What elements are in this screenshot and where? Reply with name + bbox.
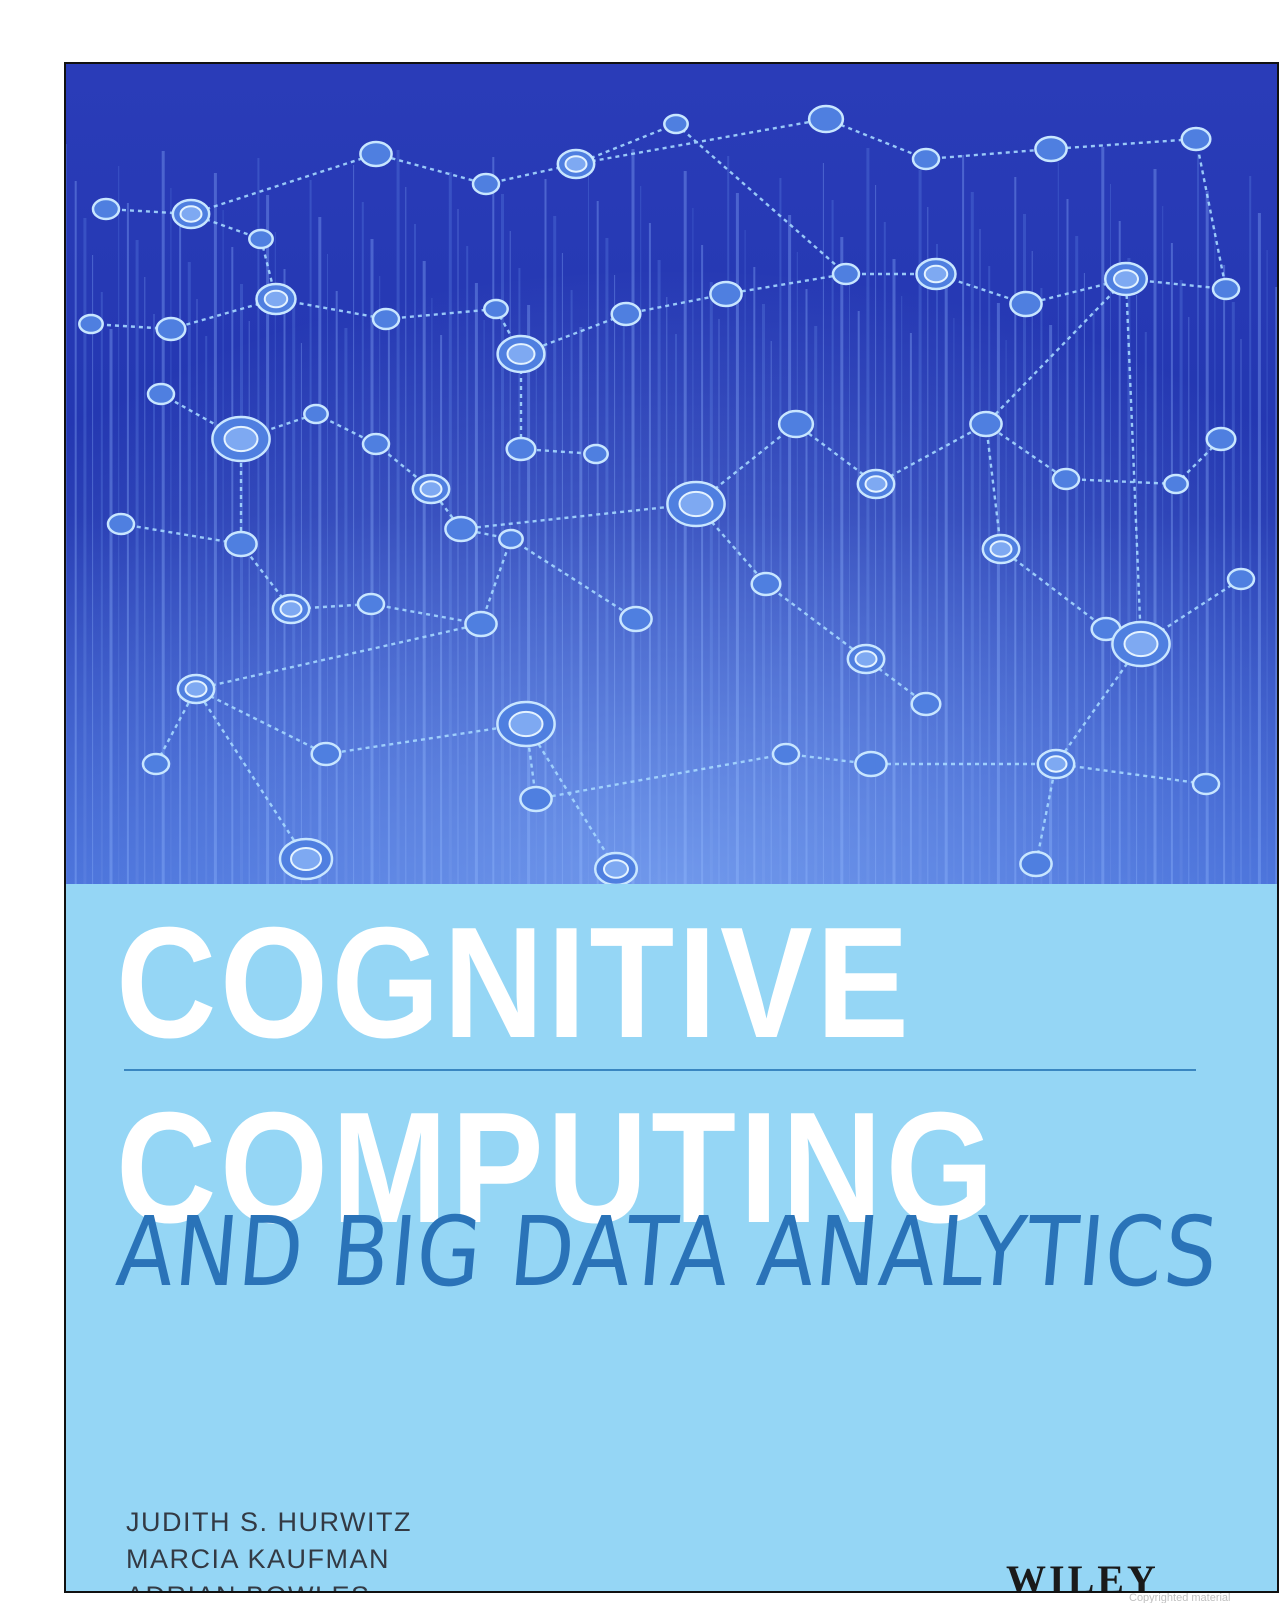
network-node [211,415,271,463]
network-node [1009,290,1043,318]
network-node [663,113,689,135]
network-node [271,593,311,625]
book-cover: COGNITIVE COMPUTING AND BIG DATA ANALYTI… [64,62,1279,1593]
copyright-notice: Copyrighted material [1129,1592,1231,1603]
network-node [856,468,896,500]
network-node [1226,567,1256,591]
network-node [771,742,801,766]
network-node [483,298,509,320]
network-node [371,307,401,331]
network-node [496,700,556,748]
network-node [106,512,136,536]
network-node [1180,126,1212,152]
network-node [176,673,216,705]
network-node [854,750,888,778]
network-node [1051,467,1081,491]
network-node [911,147,941,171]
network-node [519,785,553,813]
network-node [471,172,501,196]
network-node [498,528,524,550]
network-node [464,610,498,638]
network-node [915,257,957,291]
network-node [750,571,782,597]
network-node [1034,135,1068,163]
network-node [1205,426,1237,452]
network-node [248,228,274,250]
network-node [141,752,171,776]
network-node [1019,850,1053,878]
network-node [255,282,297,316]
network-node [556,148,596,180]
network-node [619,605,653,633]
network-node [1163,473,1189,495]
subtitle: AND BIG DATA ANALYTICS [112,1196,1224,1308]
network-node [224,530,258,558]
network-node [846,643,886,675]
network-node [610,301,642,327]
network-node [807,104,845,134]
network-node [78,313,104,335]
network-node [171,198,211,230]
network-node [278,837,334,881]
author-list: JUDITH S. HURWITZ MARCIA KAUFMAN ADRIAN … [126,1504,412,1591]
network-node [356,592,386,616]
network-node [303,403,329,425]
network-node [1211,277,1241,301]
network-node [310,741,342,767]
network-node [1036,748,1076,780]
title-panel: COGNITIVE COMPUTING AND BIG DATA ANALYTI… [66,884,1277,1593]
network-node [146,382,176,406]
network-node [969,410,1003,438]
network-node [583,443,609,465]
network-node [666,480,726,528]
author-3: ADRIAN BOWLES [126,1578,412,1591]
author-2: MARCIA KAUFMAN [126,1544,391,1574]
network-node [777,409,815,439]
network-node [1103,261,1149,297]
publisher-logo: WILEY [1006,1557,1159,1593]
author-1: JUDITH S. HURWITZ [126,1507,412,1537]
network-illustration [66,64,1277,884]
network-node [981,533,1021,565]
network-node [505,436,537,462]
page: COGNITIVE COMPUTING AND BIG DATA ANALYTI… [0,0,1280,1603]
network-node [155,316,187,342]
network-node [1191,772,1221,796]
network-node [359,140,393,168]
network-node [709,280,743,308]
title-divider [124,1069,1196,1071]
title-line-1: COGNITIVE [116,895,913,1071]
network-node [496,334,546,374]
network-node [1111,620,1171,668]
network-node [411,473,451,505]
network-node [444,515,478,543]
network-node [910,691,942,717]
network-node [361,432,391,456]
network-node [831,262,861,286]
network-node [593,851,639,884]
network-node [91,197,121,221]
